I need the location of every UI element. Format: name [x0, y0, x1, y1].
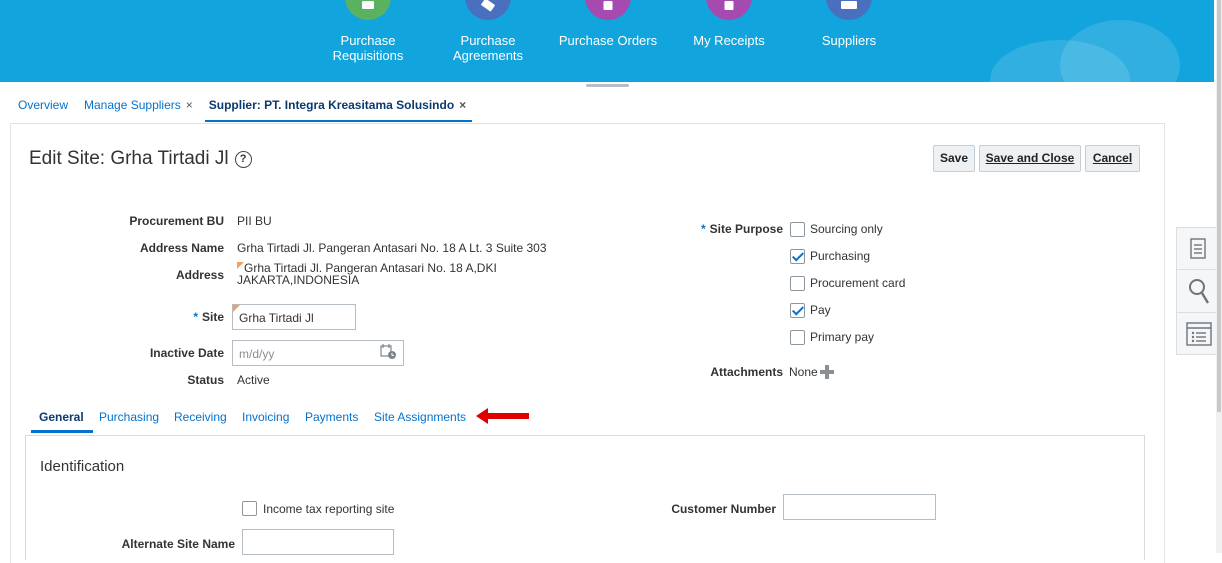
attachments-value: None — [789, 365, 818, 379]
checkbox-label: Income tax reporting site — [263, 502, 395, 516]
tile-label: Suppliers — [821, 33, 877, 48]
income-tax-reporting-checkbox[interactable] — [242, 501, 257, 516]
procurement-bu-value: PII BU — [237, 214, 272, 228]
tile-label: Purchase Agreements — [452, 33, 524, 63]
tile-purchase-agreements[interactable]: Purchase Agreements — [433, 0, 543, 63]
tab-purchasing[interactable]: Purchasing — [99, 410, 159, 424]
scrollbar-thumb[interactable] — [1217, 0, 1221, 412]
alternate-site-name-label: Alternate Site Name — [121, 537, 235, 551]
site-label-text: Site — [201, 310, 224, 324]
crumb-label: Supplier: PT. Integra Kreasitama Solusin… — [208, 98, 455, 112]
required-icon: * — [700, 222, 706, 236]
red-arrow-icon — [476, 408, 529, 424]
page-title: Edit Site: Grha Tirtadi Jl? — [29, 148, 252, 170]
close-icon[interactable]: × — [459, 98, 466, 112]
tile-label: Purchase Requisitions — [332, 33, 404, 63]
procurement-bu-label: Procurement BU — [129, 214, 224, 228]
springboard-banner: Purchase Requisitions Purchase Agreement… — [0, 0, 1214, 82]
address-name-label: Address Name — [139, 241, 224, 255]
document-list-icon — [1190, 238, 1206, 259]
crumb-overview[interactable]: Overview — [18, 98, 68, 112]
save-and-close-button[interactable]: Save and Close — [979, 145, 1081, 172]
changed-indicator-icon — [237, 262, 244, 269]
cart-icon — [345, 0, 391, 20]
inactive-date-label: Inactive Date — [149, 346, 224, 360]
checkbox-label: Sourcing only — [810, 222, 883, 236]
document-icon — [585, 0, 631, 20]
status-value: Active — [237, 373, 270, 387]
site-label: * Site — [193, 310, 224, 324]
address-label: Address — [175, 268, 224, 282]
tile-label: Purchase Orders — [558, 33, 658, 48]
crumb-label: Manage Suppliers — [84, 98, 181, 112]
customer-number-input[interactable] — [783, 494, 936, 520]
suppliers-icon — [826, 0, 872, 20]
crumb-supplier[interactable]: Supplier: PT. Integra Kreasitama Solusin… — [204, 98, 473, 122]
breadcrumb: Overview Manage Suppliers × Supplier: PT.… — [18, 98, 482, 122]
tab-general[interactable]: General — [31, 410, 93, 433]
purchasing-checkbox[interactable] — [790, 249, 805, 264]
procurement-card-checkbox[interactable] — [790, 276, 805, 291]
pay-checkbox[interactable] — [790, 303, 805, 318]
cancel-button[interactable]: Cancel — [1085, 145, 1140, 172]
customer-number-label: Customer Number — [671, 502, 776, 516]
site-purpose-label-text: Site Purpose — [709, 222, 783, 236]
save-button[interactable]: Save — [933, 145, 975, 172]
checkbox-label: Purchasing — [810, 249, 871, 263]
status-label: Status — [187, 373, 224, 387]
address-name-value: Grha Tirtadi Jl. Pangeran Antasari No. 1… — [237, 241, 547, 255]
search-icon — [1189, 279, 1210, 304]
tile-suppliers[interactable]: Suppliers — [794, 0, 904, 48]
attachments-label: Attachments — [710, 365, 783, 379]
address-value: Grha Tirtadi Jl. Pangeran Antasari No. 1… — [237, 262, 497, 286]
primary-pay-checkbox[interactable] — [790, 330, 805, 345]
springboard-collapse-handle[interactable] — [586, 84, 629, 87]
close-icon[interactable]: × — [186, 98, 193, 112]
site-purpose-label: * Site Purpose — [701, 222, 783, 236]
banner-cloud — [1060, 20, 1180, 82]
receipt-icon — [706, 0, 752, 20]
help-icon[interactable]: ? — [234, 151, 252, 168]
alternate-site-name-input[interactable] — [242, 529, 394, 555]
crumb-label: Overview — [18, 98, 69, 112]
list-panel-icon — [1186, 322, 1212, 346]
checkbox-label: Procurement card — [810, 276, 906, 290]
tab-receiving[interactable]: Receiving — [174, 410, 227, 424]
add-attachment-icon[interactable] — [820, 365, 834, 379]
calendar-icon[interactable] — [380, 343, 397, 360]
crumb-manage-suppliers[interactable]: Manage Suppliers × — [84, 98, 193, 112]
inactive-date-input[interactable]: m/d/yy — [232, 340, 404, 366]
tile-label: My Receipts — [693, 33, 765, 48]
handshake-icon — [465, 0, 511, 20]
tab-invoicing[interactable]: Invoicing — [242, 410, 289, 424]
sourcing-only-checkbox[interactable] — [790, 222, 805, 237]
section-title: Identification — [40, 458, 125, 475]
required-icon: * — [193, 310, 198, 324]
tile-purchase-orders[interactable]: Purchase Orders — [553, 0, 663, 48]
site-input[interactable]: Grha Tirtadi Jl — [232, 304, 356, 330]
tab-site-assignments[interactable]: Site Assignments — [374, 410, 466, 424]
tile-purchase-requisitions[interactable]: Purchase Requisitions — [313, 0, 423, 63]
page-title-text: Edit Site: Grha Tirtadi Jl — [29, 148, 229, 169]
checkbox-label: Primary pay — [810, 330, 875, 344]
address-line: JAKARTA,INDONESIA — [237, 273, 360, 287]
tile-my-receipts[interactable]: My Receipts — [674, 0, 784, 48]
tab-payments[interactable]: Payments — [305, 410, 358, 424]
checkbox-label: Pay — [810, 303, 831, 317]
changed-indicator-icon — [233, 305, 240, 312]
